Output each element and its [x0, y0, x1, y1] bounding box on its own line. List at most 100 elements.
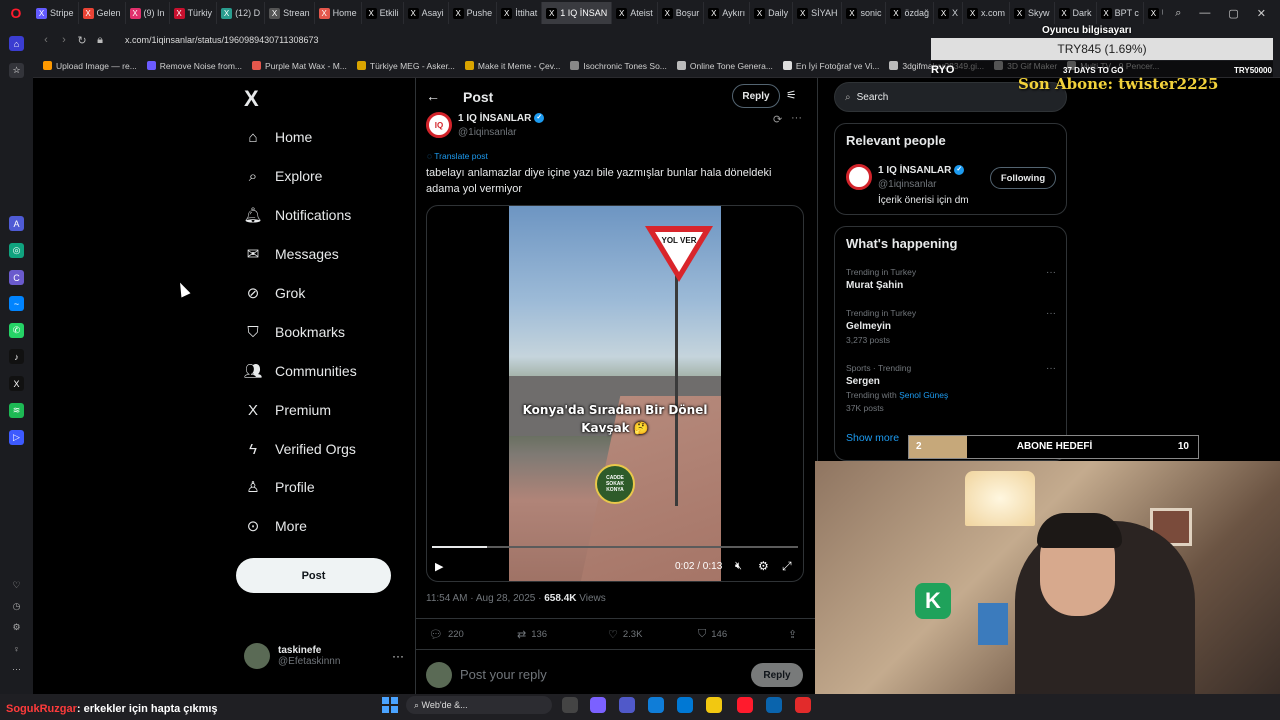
reply-action[interactable]: 💬︎ 220 — [429, 628, 464, 641]
aria-icon[interactable]: A — [9, 216, 24, 231]
url-field[interactable]: x.com/1iqinsanlar/status/196098943071130… — [125, 35, 318, 45]
spotify-icon[interactable]: ≋ — [9, 403, 24, 418]
reload-icon[interactable]: ↻ — [73, 34, 91, 47]
history-icon[interactable]: ◷ — [9, 599, 24, 614]
messenger-icon[interactable]: ~ — [9, 296, 24, 311]
browser-tab[interactable]: X Boşur — [658, 2, 705, 24]
trend-more-icon[interactable]: ··· — [1046, 308, 1056, 319]
settings-icon[interactable]: ⚙ — [9, 620, 24, 635]
opera-logo-icon[interactable]: O — [0, 0, 32, 26]
whatsapp-icon[interactable]: ✆ — [9, 323, 24, 338]
folder-icon[interactable] — [706, 697, 722, 713]
x-logo-icon[interactable]: X — [244, 86, 259, 112]
browser-tab[interactable]: X Türkiy — [170, 2, 218, 24]
bookmark-item[interactable]: Remove Noise from... — [146, 61, 242, 71]
bookmark-item[interactable]: Online Tone Genera... — [676, 61, 773, 71]
browser-tab[interactable]: X SİYAH — [793, 2, 843, 24]
nav-item-notifications[interactable]: 🔔︎ Notifications — [243, 206, 351, 224]
reply-input[interactable]: Post your reply — [460, 667, 547, 682]
bookmark-item[interactable]: Isochronic Tones So... — [570, 61, 667, 71]
reply-submit-button[interactable]: Reply — [751, 663, 803, 687]
x-icon[interactable]: X — [9, 376, 24, 391]
browser-tab[interactable]: Xözdağ — [886, 2, 934, 24]
following-button[interactable]: Following — [990, 167, 1056, 189]
app-icon[interactable] — [795, 697, 811, 713]
browser-tab[interactable]: XX — [934, 2, 964, 24]
close-window-button[interactable]: ✕ — [1257, 7, 1266, 20]
more-icon[interactable]: ⋯ — [9, 662, 24, 677]
trend-more-icon[interactable]: ··· — [1046, 363, 1056, 374]
bookmark-action[interactable]: ⛉ 146 — [698, 628, 727, 641]
browser-tab[interactable]: X (12) D — [217, 2, 266, 24]
nav-item-verified-orgs[interactable]: ϟ Verified Orgs — [244, 440, 356, 458]
mute-icon[interactable]: 🔇︎ — [735, 560, 742, 573]
browser-tab[interactable]: X Etkili — [362, 2, 404, 24]
home-icon[interactable]: ⌂ — [9, 36, 24, 51]
browser-tab[interactable]: X Daily — [750, 2, 794, 24]
trend-item[interactable]: Trending in Turkey Gelmeyin 3,273 posts … — [846, 308, 1056, 345]
author-handle[interactable]: @1iqinsanlar — [458, 127, 517, 138]
repost-action[interactable]: ⇄ 136 — [517, 628, 547, 641]
account-switcher[interactable]: taskinefe @Efetaskinnn ··· — [244, 643, 404, 669]
trend-more-icon[interactable]: ··· — [1046, 267, 1056, 278]
windows-start-icon[interactable] — [382, 697, 398, 713]
bookmark-item[interactable]: En İyi Fotoğraf ve Vi... — [782, 61, 879, 71]
browser-tab[interactable]: X Aykırı — [704, 2, 751, 24]
browser-tab[interactable]: X Home — [315, 2, 362, 24]
browser-tab[interactable]: X Strean — [265, 2, 315, 24]
person-handle[interactable]: @1iqinsanlar — [878, 179, 937, 190]
store-icon[interactable] — [677, 697, 693, 713]
play-icon[interactable]: ▶ — [435, 560, 443, 573]
bookmark-item[interactable]: Türkiye MEG - Asker... — [356, 61, 455, 71]
share-action[interactable]: ⇪ — [788, 628, 802, 641]
browser-tab[interactable]: X Gelen — [79, 2, 126, 24]
nav-item-grok[interactable]: ⊘ Grok — [244, 284, 306, 302]
heart-icon[interactable]: ♡ — [9, 578, 24, 593]
minimize-button[interactable]: — — [1199, 7, 1210, 19]
nav-item-bookmarks[interactable]: ⛉ Bookmarks — [244, 323, 345, 341]
like-action[interactable]: ♡ 2.3K — [608, 628, 642, 641]
back-icon[interactable]: ‹ — [37, 34, 55, 46]
teams-icon[interactable] — [619, 697, 635, 713]
browser-tab[interactable]: Xx.com — [963, 2, 1011, 24]
taskbar-search[interactable]: ⌕ Web'de &... — [406, 696, 552, 714]
trend-item[interactable]: Sports · Trending Sergen Trending with Ş… — [846, 363, 1056, 413]
copilot-icon[interactable] — [590, 697, 606, 713]
browser-tab[interactable]: Xsonic — [842, 2, 887, 24]
author-name[interactable]: 1 IQ İNSANLAR ✓ — [458, 113, 545, 124]
browser-tab[interactable]: X BPT c — [1097, 2, 1144, 24]
opera-taskbar-icon[interactable] — [737, 697, 753, 713]
tune-icon[interactable]: ⚟ — [786, 88, 797, 102]
star-icon[interactable]: ☆ — [9, 63, 24, 78]
nav-item-profile[interactable]: ♙ Profile — [244, 478, 314, 496]
nav-item-explore[interactable]: ⌕ Explore — [244, 167, 323, 185]
back-arrow-icon[interactable]: ← — [426, 88, 440, 104]
tiktok-icon[interactable]: ♪ — [9, 349, 24, 364]
forward-icon[interactable]: › — [55, 34, 73, 46]
browser-tab[interactable]: X Ateist — [612, 2, 658, 24]
settings-gear-icon[interactable]: ⚙ — [758, 559, 769, 573]
post-more-icon[interactable]: ··· — [791, 112, 802, 124]
search-tabs-icon[interactable]: ⌕ — [1175, 7, 1181, 20]
post-button[interactable]: Post — [236, 558, 391, 593]
nav-item-home[interactable]: ⌂ Home — [244, 128, 312, 146]
translate-post-link[interactable]: ◌ Translate post — [427, 151, 488, 161]
person-avatar[interactable] — [846, 164, 872, 190]
browser-tab[interactable]: X (9) In — [126, 2, 170, 24]
browser-tab[interactable]: X Stripe — [32, 2, 79, 24]
extension-icon[interactable]: C — [9, 270, 24, 285]
bookmark-item[interactable]: Upload Image — re... — [43, 61, 137, 71]
browser-tab[interactable]: X Pushe — [449, 2, 498, 24]
bookmark-item[interactable]: Purple Mat Wax - M... — [252, 61, 347, 71]
browser-tab[interactable]: X1 IQ İNSAN — [542, 2, 613, 24]
author-avatar[interactable]: IQ — [426, 112, 452, 138]
browser-tab[interactable]: X Skyw — [1010, 2, 1055, 24]
nav-item-more[interactable]: ⊙ More — [244, 517, 307, 535]
browser-tab[interactable]: X İttihat — [497, 2, 543, 24]
show-more-link[interactable]: Show more — [846, 432, 899, 444]
grok-icon[interactable]: ⟳ — [773, 113, 782, 126]
reply-button-top[interactable]: Reply — [732, 84, 780, 108]
nav-item-communities[interactable]: 👥︎ Communities — [243, 362, 356, 380]
browser-tab[interactable]: X Dark — [1055, 2, 1097, 24]
chatgpt-icon[interactable]: ◎ — [9, 243, 24, 258]
